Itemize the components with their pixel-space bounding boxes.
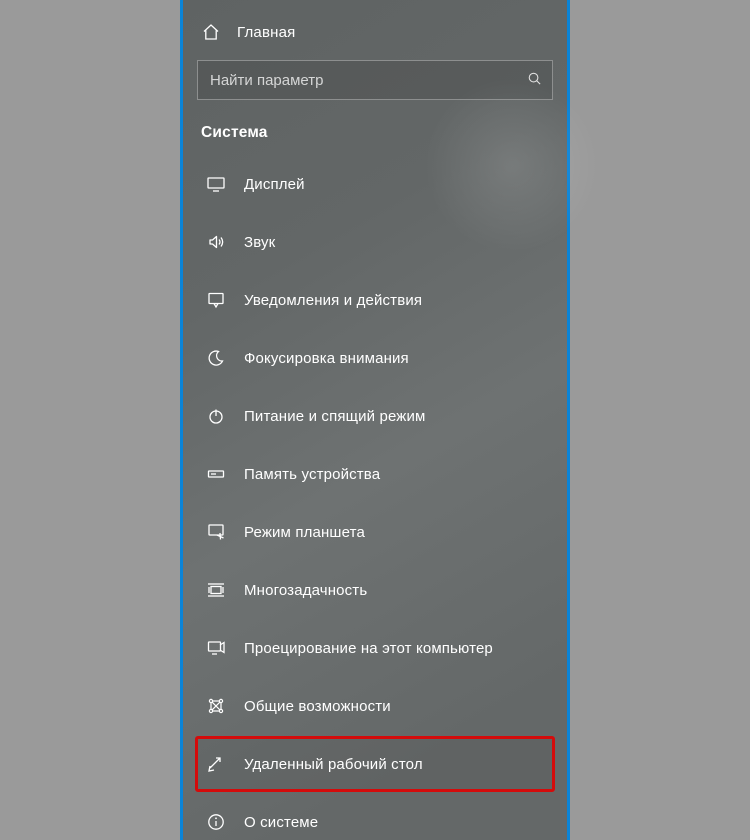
sidebar-item-label: Режим планшета — [244, 524, 365, 541]
search-input[interactable] — [210, 72, 527, 89]
sidebar-item-label: О системе — [244, 814, 318, 831]
sidebar-item-sound[interactable]: Звук — [195, 214, 555, 270]
projecting-icon — [206, 638, 226, 658]
sidebar-item-storage[interactable]: Память устройства — [195, 446, 555, 502]
home-icon — [201, 22, 221, 42]
power-icon — [206, 406, 226, 426]
sidebar-item-about[interactable]: О системе — [195, 794, 555, 840]
notifications-icon — [206, 290, 226, 310]
sidebar-item-label: Удаленный рабочий стол — [244, 756, 423, 773]
section-title: Система — [195, 124, 555, 156]
sidebar-item-tablet-mode[interactable]: Режим планшета — [195, 504, 555, 560]
sidebar-item-projecting[interactable]: Проецирование на этот компьютер — [195, 620, 555, 676]
sidebar-item-label: Фокусировка внимания — [244, 350, 409, 367]
storage-icon — [206, 464, 226, 484]
sidebar-item-label: Уведомления и действия — [244, 292, 422, 309]
shared-experiences-icon — [206, 696, 226, 716]
moon-icon — [206, 348, 226, 368]
sidebar-item-power-sleep[interactable]: Питание и спящий режим — [195, 388, 555, 444]
sidebar-item-focus-assist[interactable]: Фокусировка внимания — [195, 330, 555, 386]
sidebar-item-label: Проецирование на этот компьютер — [244, 640, 493, 657]
home-label: Главная — [237, 24, 296, 41]
settings-sidebar: Главная Система Дисплей — [180, 0, 570, 840]
sidebar-item-label: Общие возможности — [244, 698, 391, 715]
info-icon — [206, 812, 226, 832]
sidebar-item-label: Питание и спящий режим — [244, 408, 425, 425]
sidebar-item-shared-experiences[interactable]: Общие возможности — [195, 678, 555, 734]
sidebar-item-remote-desktop[interactable]: Удаленный рабочий стол — [195, 736, 555, 792]
sound-icon — [206, 232, 226, 252]
sidebar-item-display[interactable]: Дисплей — [195, 156, 555, 212]
multitasking-icon — [206, 580, 226, 600]
remote-desktop-icon — [206, 754, 226, 774]
sidebar-item-label: Звук — [244, 234, 275, 251]
search-icon — [527, 71, 542, 90]
sidebar-item-notifications[interactable]: Уведомления и действия — [195, 272, 555, 328]
sidebar-item-multitasking[interactable]: Многозадачность — [195, 562, 555, 618]
display-icon — [206, 174, 226, 194]
tablet-icon — [206, 522, 226, 542]
search-box[interactable] — [197, 60, 553, 100]
home-link[interactable]: Главная — [195, 18, 555, 60]
sidebar-item-label: Многозадачность — [244, 582, 367, 599]
sidebar-item-label: Дисплей — [244, 176, 305, 193]
sidebar-item-label: Память устройства — [244, 466, 380, 483]
